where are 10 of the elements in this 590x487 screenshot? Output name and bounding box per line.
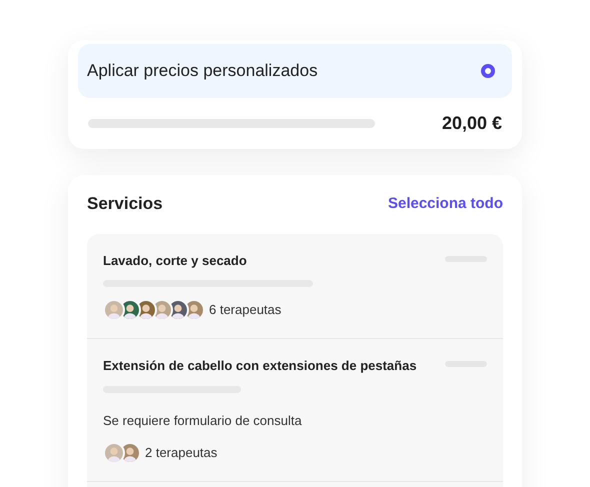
therapist-count: 6 terapeutas [209, 301, 282, 320]
custom-price-option[interactable]: Aplicar precios personalizados [78, 44, 512, 98]
service-name[interactable]: Lavado, corte y secado [103, 250, 247, 270]
price-text: 20,00 € [442, 112, 502, 135]
select-all-link[interactable]: Selecciona todo [388, 192, 503, 215]
service-name[interactable]: Extensión de cabello con extensiones de pestañas [103, 356, 417, 376]
radio-icon [481, 64, 495, 78]
therapist-count: 2 terapeutas [145, 444, 218, 462]
consultation-note: Se requiere formulario de consulta [103, 412, 303, 430]
services-title: Servicios [87, 193, 163, 215]
